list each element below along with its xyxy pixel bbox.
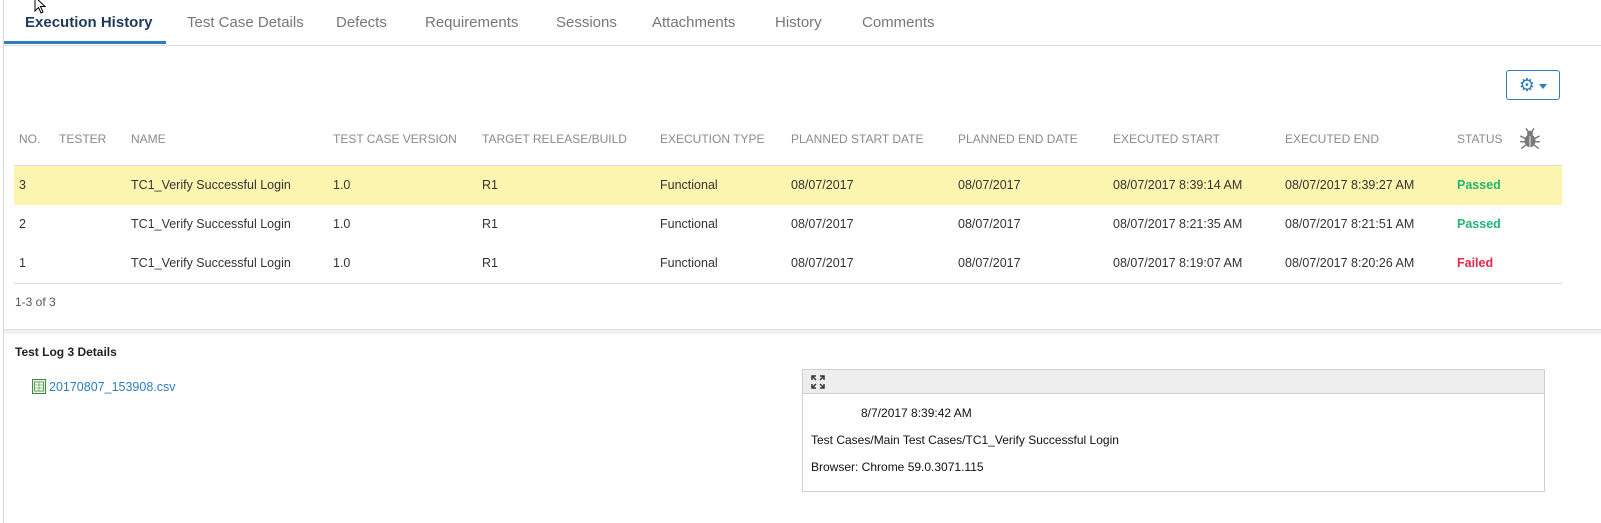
log-detail-panel: 8/7/2017 8:39:42 AM Test Cases/Main Test… (802, 369, 1545, 492)
tab-bar: Execution History Test Case Details Defe… (4, 0, 1601, 46)
pagination-summary: 1-3 of 3 (15, 295, 56, 309)
mouse-cursor (34, 0, 47, 14)
column-settings-button[interactable]: ⚙ (1506, 70, 1560, 100)
cell-executed-start: 08/07/2017 8:19:07 AM (1113, 256, 1243, 270)
status-badge: Passed (1457, 178, 1501, 192)
cell-name: TC1_Verify Successful Login (131, 217, 291, 231)
cell-planned-start: 08/07/2017 (791, 178, 854, 192)
cell-release: R1 (482, 256, 498, 270)
cell-planned-end: 08/07/2017 (958, 178, 1021, 192)
cell-execution-type: Functional (660, 217, 718, 231)
log-browser: Browser: Chrome 59.0.3071.115 (811, 460, 984, 474)
header-status[interactable]: STATUS (1457, 132, 1503, 146)
tab-defects[interactable]: Defects (336, 14, 387, 31)
cell-no: 3 (19, 178, 26, 192)
cell-executed-start: 08/07/2017 8:39:14 AM (1113, 178, 1243, 192)
cell-no: 2 (19, 217, 26, 231)
cell-release: R1 (482, 217, 498, 231)
cell-version: 1.0 (333, 178, 351, 192)
execution-history-table: NO. TESTER NAME TEST CASE VERSION TARGET… (14, 118, 1562, 284)
header-planned-start[interactable]: PLANNED START DATE (791, 132, 923, 146)
table-row[interactable]: 3 TC1_Verify Successful Login 1.0 R1 Fun… (14, 166, 1562, 205)
header-no[interactable]: NO. (19, 132, 40, 146)
header-planned-end[interactable]: PLANNED END DATE (958, 132, 1078, 146)
log-details-title: Test Log 3 Details (15, 345, 117, 359)
section-divider (4, 329, 1601, 334)
cell-planned-start: 08/07/2017 (791, 256, 854, 270)
execution-history-panel: Execution History Test Case Details Defe… (3, 0, 1601, 523)
log-test-path: Test Cases/Main Test Cases/TC1_Verify Su… (811, 433, 1119, 447)
tab-test-case-details[interactable]: Test Case Details (187, 14, 304, 31)
header-target-release[interactable]: TARGET RELEASE/BUILD (482, 132, 627, 146)
cell-executed-start: 08/07/2017 8:21:35 AM (1113, 217, 1243, 231)
cell-executed-end: 08/07/2017 8:39:27 AM (1285, 178, 1415, 192)
cell-executed-end: 08/07/2017 8:21:51 AM (1285, 217, 1415, 231)
tab-attachments[interactable]: Attachments (652, 14, 735, 31)
header-name[interactable]: NAME (131, 132, 166, 146)
log-timestamp: 8/7/2017 8:39:42 AM (861, 406, 972, 420)
header-tester[interactable]: TESTER (59, 132, 106, 146)
gear-icon: ⚙ (1518, 75, 1536, 95)
tab-history[interactable]: History (775, 14, 822, 31)
cell-planned-start: 08/07/2017 (791, 217, 854, 231)
header-execution-type[interactable]: EXECUTION TYPE (660, 132, 764, 146)
cell-name: TC1_Verify Successful Login (131, 178, 291, 192)
file-name[interactable]: 20170807_153908.csv (49, 380, 176, 394)
tab-sessions[interactable]: Sessions (556, 14, 617, 31)
active-tab-indicator (4, 41, 166, 44)
header-executed-end[interactable]: EXECUTED END (1285, 132, 1379, 146)
bug-icon[interactable] (1519, 128, 1541, 150)
tab-execution-history[interactable]: Execution History (25, 14, 153, 31)
cell-execution-type: Functional (660, 178, 718, 192)
cell-release: R1 (482, 178, 498, 192)
table-row[interactable]: 1 TC1_Verify Successful Login 1.0 R1 Fun… (14, 244, 1562, 283)
cell-planned-end: 08/07/2017 (958, 256, 1021, 270)
cell-version: 1.0 (333, 217, 351, 231)
header-executed-start[interactable]: EXECUTED START (1113, 132, 1220, 146)
attachment-file-link[interactable]: 20170807_153908.csv (32, 379, 176, 394)
cell-no: 1 (19, 256, 26, 270)
cell-version: 1.0 (333, 256, 351, 270)
status-badge: Passed (1457, 217, 1501, 231)
tab-comments[interactable]: Comments (862, 14, 935, 31)
table-divider (14, 283, 1562, 284)
expand-icon[interactable] (811, 375, 825, 389)
cell-executed-end: 08/07/2017 8:20:26 AM (1285, 256, 1415, 270)
cell-planned-end: 08/07/2017 (958, 217, 1021, 231)
detail-panel-header (803, 370, 1544, 394)
chevron-down-icon (1539, 83, 1548, 89)
table-row[interactable]: 2 TC1_Verify Successful Login 1.0 R1 Fun… (14, 205, 1562, 244)
table-header: NO. TESTER NAME TEST CASE VERSION TARGET… (14, 118, 1562, 166)
status-badge: Failed (1457, 256, 1494, 270)
header-test-case-version[interactable]: TEST CASE VERSION (333, 132, 457, 146)
spreadsheet-file-icon (32, 379, 46, 394)
tab-requirements[interactable]: Requirements (425, 14, 518, 31)
cell-name: TC1_Verify Successful Login (131, 256, 291, 270)
cell-execution-type: Functional (660, 256, 718, 270)
